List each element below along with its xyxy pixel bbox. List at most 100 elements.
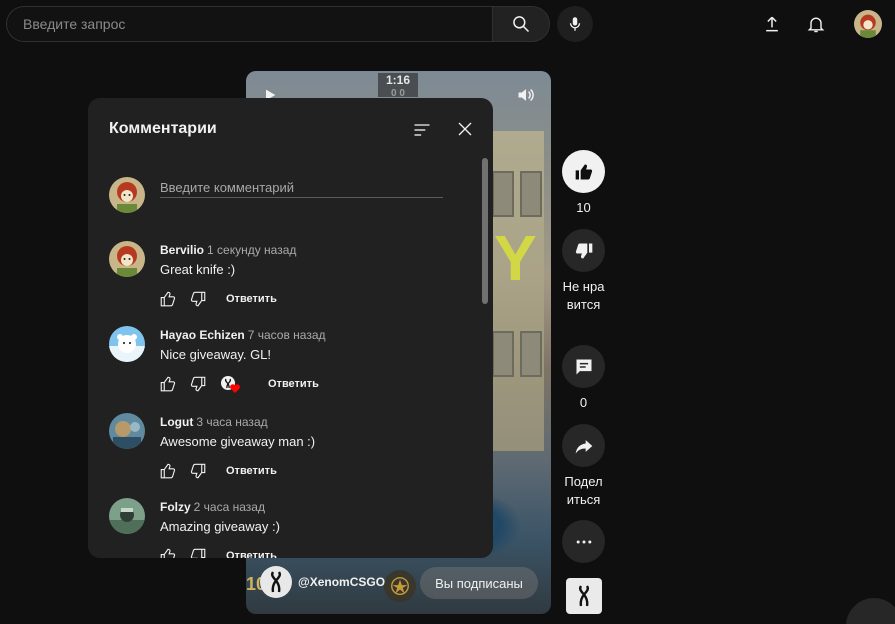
comment-like-button[interactable] (158, 461, 178, 481)
channel-name[interactable]: @XenomCSGO (298, 575, 385, 589)
comment-header: Bervilio 1 секунду назад (160, 243, 296, 257)
like-button[interactable] (562, 150, 605, 193)
thumbs-down-icon (190, 376, 206, 392)
comment-time[interactable]: 3 часа назад (196, 415, 267, 429)
more-dots-icon (576, 540, 591, 543)
search-box (6, 6, 493, 42)
comment-avatar[interactable] (109, 413, 145, 449)
comment-like-button[interactable] (158, 546, 178, 558)
comment-time[interactable]: 1 секунду назад (207, 243, 296, 257)
comment-actions: Ответить (158, 289, 277, 309)
share-action: Поделиться (562, 424, 605, 509)
compose-avatar (109, 177, 145, 213)
dislike-action: Не нравится (562, 229, 605, 314)
video-frame-window (492, 171, 514, 217)
comment-item: Hayao Echizen 7 часов назад Nice giveaway… (109, 326, 469, 406)
thumbs-down-icon (190, 548, 206, 558)
comment-reply-button[interactable]: Ответить (226, 550, 277, 558)
more-button[interactable] (562, 520, 605, 563)
bell-icon (807, 17, 825, 33)
channel-ribbon-icon (271, 571, 281, 593)
comment-reply-button[interactable]: Ответить (226, 465, 277, 477)
video-frame-window (492, 331, 514, 377)
share-arrow-icon (575, 439, 592, 453)
subscribed-button[interactable]: Вы подписаны (420, 567, 538, 599)
comment-actions: Ответить (158, 546, 277, 558)
thumbs-down-icon (190, 291, 206, 307)
comments-panel: Комментарии Bervilio1 секунду назад Grea… (88, 98, 493, 558)
dislike-button[interactable] (562, 229, 605, 272)
comment-input[interactable] (160, 178, 443, 198)
comment-time[interactable]: 2 часа назад (194, 500, 265, 514)
sort-button[interactable] (412, 120, 434, 140)
thumbs-up-icon (160, 291, 176, 307)
comment-actions: Ответить (158, 374, 319, 394)
video-frame-window (520, 331, 542, 377)
close-icon (458, 122, 472, 136)
comment-dislike-button[interactable] (188, 374, 208, 394)
search-input[interactable] (23, 7, 483, 41)
comment-text: Nice giveaway. GL! (160, 347, 272, 362)
thumbs-up-icon (575, 164, 592, 179)
search-icon (513, 16, 530, 33)
comment-count: 0 (579, 395, 588, 410)
comment-text: Amazing giveaway :) (160, 519, 280, 534)
comment-header: Hayao Echizen 7 часов назад (160, 328, 326, 342)
comment-text: Awesome giveaway man :) (160, 434, 316, 449)
game-hud-timer: 1:16 0 0 (378, 73, 418, 99)
next-video-button[interactable] (846, 598, 895, 624)
comment-author[interactable]: Folzy (160, 500, 191, 514)
comment-dislike-button[interactable] (188, 461, 208, 481)
comment-time[interactable]: 7 часов назад (248, 328, 326, 342)
comment-avatar[interactable] (109, 498, 145, 534)
more-action (562, 520, 605, 563)
video-frame-window (520, 171, 542, 217)
mic-icon (569, 17, 581, 31)
comment-icon (576, 359, 591, 374)
comment-header: Folzy 2 часа назад (160, 500, 265, 514)
thumbs-down-icon (575, 243, 592, 258)
comment-author[interactable]: Bervilio (160, 243, 204, 257)
comment-author[interactable]: Hayao Echizen (160, 328, 245, 342)
comment-actions: Ответить (158, 461, 277, 481)
thumbs-up-icon (160, 463, 176, 479)
like-count: 10 (576, 200, 591, 215)
comment-reply-button[interactable]: Ответить (268, 378, 319, 390)
comments-action: 0 (562, 345, 605, 412)
voice-search-button[interactable] (557, 6, 593, 42)
volume-icon[interactable] (516, 85, 536, 105)
comments-panel-title: Комментарии (109, 120, 217, 137)
comment-dislike-button[interactable] (188, 289, 208, 309)
comment-item: Folzy 2 часа назад Amazing giveaway :) От… (109, 498, 469, 558)
comment-dislike-button[interactable] (188, 546, 208, 558)
comment-like-button[interactable] (158, 374, 178, 394)
comment-avatar[interactable] (109, 326, 145, 362)
channel-ribbon-icon (579, 585, 589, 607)
thumbs-up-icon (160, 376, 176, 392)
search-button[interactable] (492, 6, 550, 42)
comment-reply-button[interactable]: Ответить (226, 293, 277, 305)
comment-author[interactable]: Logut (160, 415, 193, 429)
notifications-button[interactable] (802, 10, 830, 38)
share-button[interactable] (562, 424, 605, 467)
comment-like-button[interactable] (158, 289, 178, 309)
comment-avatar[interactable] (109, 241, 145, 277)
comment-item: Logut 3 часа назад Awesome giveaway man :… (109, 413, 469, 493)
account-avatar[interactable] (854, 10, 882, 38)
channel-logo[interactable] (260, 566, 292, 598)
upload-button[interactable] (758, 10, 786, 38)
comment-item: Bervilio 1 секунду назад Great knife :) О… (109, 241, 469, 321)
upload-icon (766, 16, 778, 32)
like-action: 10 (562, 150, 605, 217)
channel-row: 10 @XenomCSGO Вы подписаны (246, 564, 551, 604)
close-button[interactable] (456, 120, 476, 140)
channel-badge-icon (384, 570, 416, 602)
sort-icon (414, 124, 430, 136)
channel-logo-small[interactable] (566, 578, 602, 614)
comments-button[interactable] (562, 345, 605, 388)
thumbs-up-icon (160, 548, 176, 558)
thumbs-down-icon (190, 463, 206, 479)
video-overlay-letter: Y (494, 222, 537, 294)
comments-scrollbar[interactable] (482, 158, 488, 304)
comment-text: Great knife :) (160, 262, 236, 277)
